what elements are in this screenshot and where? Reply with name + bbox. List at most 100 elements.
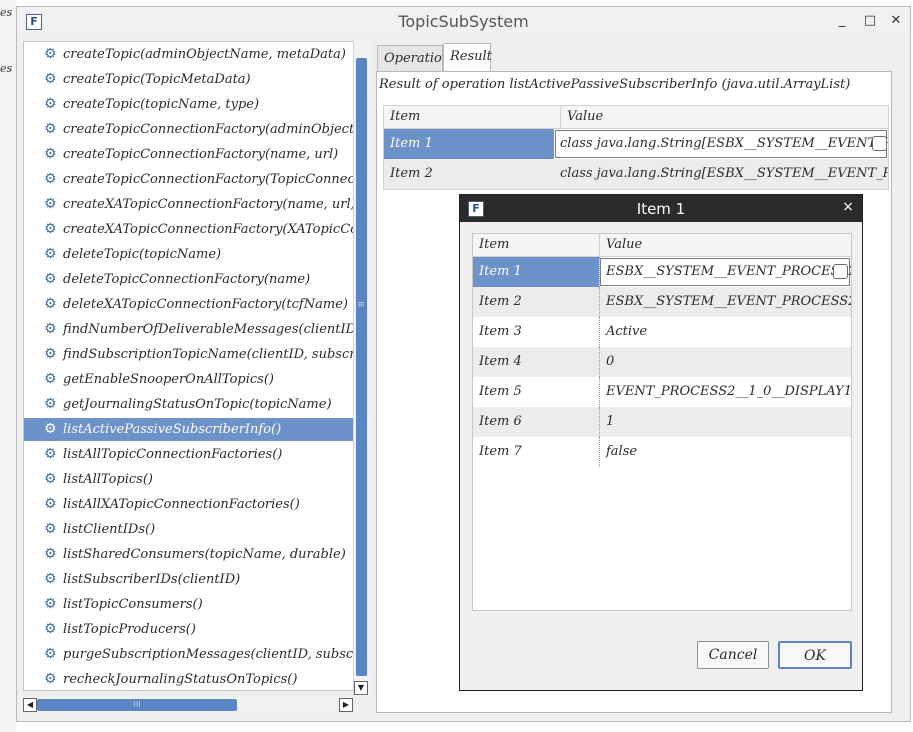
operation-label: recheckJournalingStatusOnTopics() xyxy=(63,672,298,687)
dialog-close-icon[interactable]: × xyxy=(842,199,854,215)
table-row[interactable]: Item 7 false xyxy=(473,437,851,467)
operation-item[interactable]: ⚙ listAllTopics() xyxy=(24,468,354,491)
cancel-button[interactable]: Cancel xyxy=(697,641,769,669)
operation-label: createTopic(adminObjectName, metaData) xyxy=(63,47,346,62)
operation-label: findSubscriptionTopicName(clientID, subs… xyxy=(63,347,354,362)
operation-item[interactable]: ⚙ createTopic(topicName, type) xyxy=(24,93,354,116)
background-app-strip: es es xyxy=(0,0,16,732)
column-header-item[interactable]: Item xyxy=(390,109,420,124)
value-editor-checkbox[interactable] xyxy=(872,136,887,151)
operation-gear-icon: ⚙ xyxy=(44,121,57,137)
operation-gear-icon: ⚙ xyxy=(44,571,57,587)
row-item: Item 4 xyxy=(479,354,522,369)
operation-item[interactable]: ⚙ createXATopicConnectionFactory(XATopicC… xyxy=(24,218,354,241)
table-row[interactable]: Item 2 ESBX__SYSTEM__EVENT_PROCESS2__1 xyxy=(473,287,851,317)
operation-label: getJournalingStatusOnTopic(topicName) xyxy=(63,397,332,412)
row-value: ESBX__SYSTEM__EVENT_PROCESS2__1 xyxy=(599,287,851,317)
operation-item[interactable]: ⚙ listAllTopicConnectionFactories() xyxy=(24,443,354,466)
operation-label: listAllTopics() xyxy=(63,472,153,487)
operations-vertical-scrollbar[interactable] xyxy=(353,41,370,696)
row-item: Item 7 xyxy=(479,444,522,459)
operation-item[interactable]: ⚙ listActivePassiveSubscriberInfo() xyxy=(24,418,354,441)
table-row[interactable]: Item 1 class java.lang.String[ESBX__SYST… xyxy=(384,129,888,159)
operation-gear-icon: ⚙ xyxy=(44,596,57,612)
dialog-title: Item 1 xyxy=(636,200,686,218)
result-table-header: Item Value xyxy=(384,106,888,129)
scroll-down-icon[interactable]: ▼ xyxy=(354,681,368,695)
value-editor-checkbox[interactable] xyxy=(833,264,848,279)
operation-item[interactable]: ⚙ getEnableSnooperOnAllTopics() xyxy=(24,368,354,391)
tab-operation[interactable]: Operation xyxy=(377,45,450,71)
operation-item[interactable]: ⚙ createTopicConnectionFactory(name, url) xyxy=(24,143,354,166)
operation-gear-icon: ⚙ xyxy=(44,471,57,487)
scroll-grip-icon: ≡ xyxy=(357,300,365,310)
operation-item[interactable]: ⚙ createTopic(TopicMetaData) xyxy=(24,68,354,91)
operation-gear-icon: ⚙ xyxy=(44,71,57,87)
tab-result[interactable]: Result xyxy=(443,43,492,71)
operation-item[interactable]: ⚙ findNumberOfDeliverableMessages(clientI… xyxy=(24,318,354,341)
table-row[interactable]: Item 4 0 xyxy=(473,347,851,377)
operation-item[interactable]: ⚙ createTopicConnectionFactory(TopicConne… xyxy=(24,168,354,191)
operation-item[interactable]: ⚙ deleteTopicConnectionFactory(name) xyxy=(24,268,354,291)
operation-item[interactable]: ⚙ createTopic(adminObjectName, metaData) xyxy=(24,43,354,66)
operation-item[interactable]: ⚙ createTopicConnectionFactory(adminObjec… xyxy=(24,118,354,141)
row-value: 1 xyxy=(599,407,851,437)
operation-label: deleteTopicConnectionFactory(name) xyxy=(63,272,311,287)
operation-item[interactable]: ⚙ findSubscriptionTopicName(clientID, sub… xyxy=(24,343,354,366)
operation-item[interactable]: ⚙ deleteTopic(topicName) xyxy=(24,243,354,266)
operation-label: listAllTopicConnectionFactories() xyxy=(63,447,283,462)
operation-item[interactable]: ⚙ purgeSubscriptionMessages(clientID, sub… xyxy=(24,643,354,666)
maximize-icon[interactable]: □ xyxy=(861,12,879,30)
operation-item[interactable]: ⚙ listTopicProducers() xyxy=(24,618,354,641)
column-header-item[interactable]: Item xyxy=(479,237,509,252)
operation-item[interactable]: ⚙ listSubscriberIDs(clientID) xyxy=(24,568,354,591)
operation-item[interactable]: ⚙ listAllXATopicConnectionFactories() xyxy=(24,493,354,516)
operation-item[interactable]: ⚙ deleteXATopicConnectionFactory(tcfName) xyxy=(24,293,354,316)
row-item: Item 2 xyxy=(479,294,522,309)
horizontal-scroll-thumb[interactable]: III xyxy=(37,699,237,711)
operation-item[interactable]: ⚙ recheckJournalingStatusOnTopics() xyxy=(24,668,354,690)
dialog-table-header: Item Value xyxy=(473,234,851,257)
operation-item[interactable]: ⚙ listTopicConsumers() xyxy=(24,593,354,616)
operation-item[interactable]: ⚙ createXATopicConnectionFactory(name, ur… xyxy=(24,193,354,216)
operation-label: findNumberOfDeliverableMessages(clientID… xyxy=(63,322,354,337)
row-item: Item 1 xyxy=(384,129,554,159)
scroll-left-icon[interactable]: ◀ xyxy=(23,698,37,712)
minimize-icon[interactable]: _ xyxy=(833,12,851,30)
table-row[interactable]: Item 3 Active xyxy=(473,317,851,347)
column-header-value[interactable]: Value xyxy=(560,106,603,128)
table-row[interactable]: Item 6 1 xyxy=(473,407,851,437)
operations-horizontal-scrollbar[interactable]: ◀ III ▶ xyxy=(23,697,353,713)
operation-gear-icon: ⚙ xyxy=(44,146,57,162)
operations-list[interactable]: ⚙ createTopic(adminObjectName, metaData) ⚙… xyxy=(23,41,369,691)
operation-label: listAllXATopicConnectionFactories() xyxy=(63,497,300,512)
operation-gear-icon: ⚙ xyxy=(44,171,57,187)
row-value[interactable]: class java.lang.String[ESBX__SYSTEM__EVE… xyxy=(554,129,888,159)
operation-item[interactable]: ⚙ listSharedConsumers(topicName, durable) xyxy=(24,543,354,566)
column-header-value[interactable]: Value xyxy=(599,234,642,256)
dialog-titlebar[interactable]: F Item 1 × xyxy=(460,195,862,222)
operation-gear-icon: ⚙ xyxy=(44,296,57,312)
ok-button[interactable]: OK xyxy=(778,641,852,669)
table-row[interactable]: Item 5 EVENT_PROCESS2__1_0__DISPLAY1__C xyxy=(473,377,851,407)
operation-label: purgeSubscriptionMessages(clientID, subs… xyxy=(63,647,354,662)
background-text: es xyxy=(0,6,13,19)
table-row[interactable]: Item 1 ESBX__SYSTEM__EVENT_PROCESS2 xyxy=(473,257,851,287)
operation-gear-icon: ⚙ xyxy=(44,646,57,662)
operation-item[interactable]: ⚙ listClientIDs() xyxy=(24,518,354,541)
vertical-scroll-thumb[interactable] xyxy=(356,58,367,676)
table-row[interactable]: Item 2 class java.lang.String[ESBX__SYST… xyxy=(384,159,888,189)
operation-gear-icon: ⚙ xyxy=(44,546,57,562)
row-value: class java.lang.String[ESBX__SYSTEM__EVE… xyxy=(560,166,888,181)
window-title: TopicSubSystem xyxy=(398,12,529,31)
row-value[interactable]: ESBX__SYSTEM__EVENT_PROCESS2 xyxy=(599,257,851,287)
row-item: Item 1 xyxy=(473,257,599,287)
operation-item[interactable]: ⚙ getJournalingStatusOnTopic(topicName) xyxy=(24,393,354,416)
close-icon[interactable]: ✕ xyxy=(887,12,905,30)
window-titlebar[interactable]: F TopicSubSystem _ □ ✕ xyxy=(17,7,910,37)
background-text: es xyxy=(0,62,13,75)
scroll-right-icon[interactable]: ▶ xyxy=(339,698,353,712)
operation-label: createXATopicConnectionFactory(XATopicCo… xyxy=(63,222,354,237)
row-item: Item 2 xyxy=(390,166,433,181)
operation-label: listTopicProducers() xyxy=(63,622,196,637)
